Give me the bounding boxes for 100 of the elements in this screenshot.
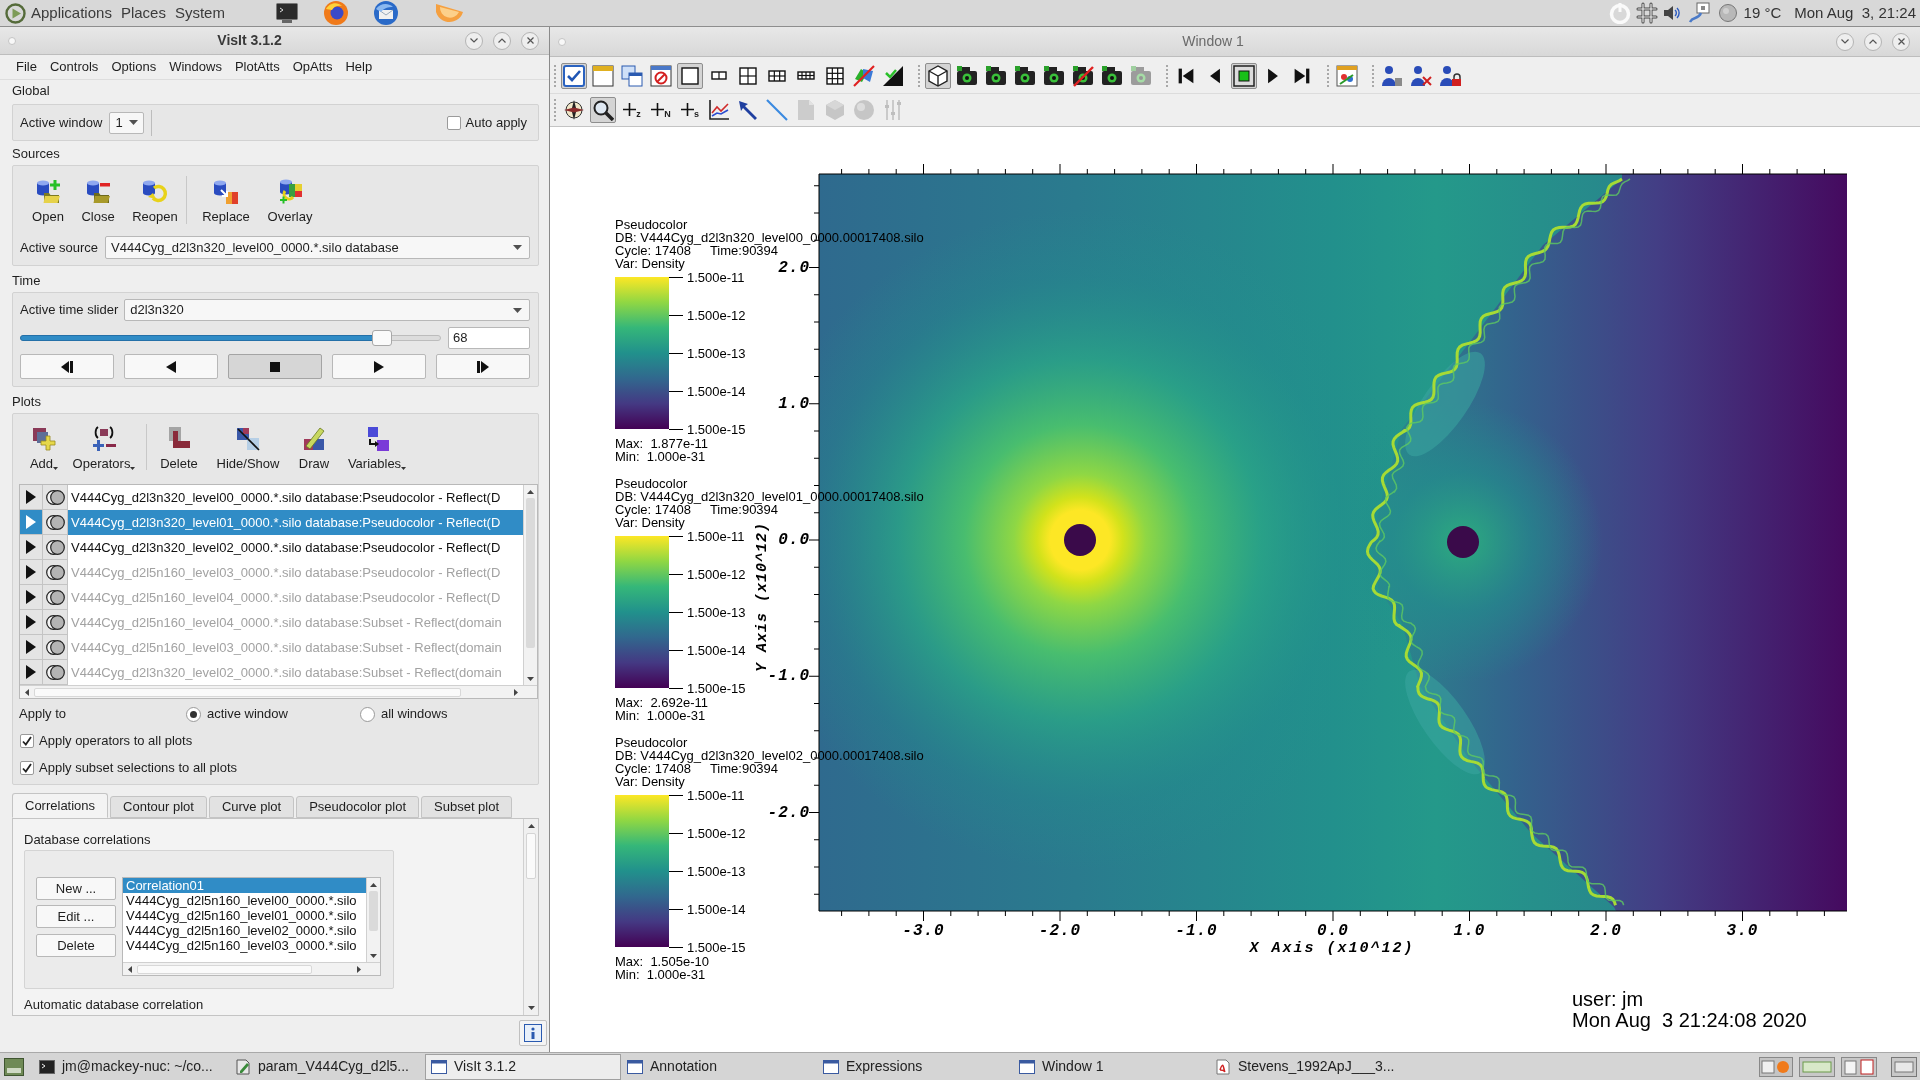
step-back-button[interactable] [20,354,114,379]
expand-triangle-icon[interactable] [26,640,36,654]
open-button[interactable]: Open [26,166,70,224]
close-button[interactable] [521,31,539,50]
moon-icon[interactable] [1718,4,1737,22]
scrollbar-thumb[interactable] [526,833,536,879]
plug-cable-icon[interactable] [1687,2,1710,24]
info-button[interactable] [519,1020,547,1046]
toolbar-button[interactable] [677,62,703,89]
time-slider[interactable] [20,330,441,346]
add-button[interactable]: Add [26,414,62,471]
correlation-list-item[interactable]: V444Cyg_d2l5n160_level02_0000.*.silo [123,923,366,938]
overlapping-circles-icon[interactable] [45,489,65,505]
taskbar-item[interactable]: Stevens_1992ApJ___3... [1209,1053,1405,1080]
toolbar-button[interactable]: z [619,96,645,123]
toolbar-button[interactable] [561,62,587,89]
panel-menu[interactable]: Places [120,1,166,25]
toolbar-button[interactable] [590,96,616,123]
menu-item[interactable]: Windows [169,57,222,77]
radio-button[interactable] [186,706,201,722]
tab[interactable]: Pseudocolor plot [296,796,419,818]
list-scrollbar[interactable] [20,685,537,698]
menu-item[interactable]: Controls [49,57,99,77]
checkbox-label[interactable]: Apply operators to all plots [39,731,193,751]
show-desktop-icon[interactable] [4,1057,24,1076]
tab[interactable]: Contour plot [110,796,207,818]
edit-button[interactable]: Edit ... [36,905,116,928]
scrollbar-thumb[interactable] [526,498,535,648]
expand-triangle-icon[interactable] [26,665,36,679]
overlapping-circles-icon[interactable] [45,539,65,555]
correlation-list-item[interactable]: V444Cyg_d2l5n160_level01_0000.*.silo [123,908,366,923]
tab[interactable]: Curve plot [208,796,295,818]
toolbar-button[interactable] [619,62,645,89]
left-arrow-icon[interactable] [25,688,29,696]
terminal-icon[interactable] [275,3,298,23]
radio-button[interactable] [359,706,375,722]
correlation-list-item[interactable]: V444Cyg_d2l5n160_level00_0000.*.silo [123,893,366,908]
menu-item[interactable]: OpAtts [292,57,333,77]
active-window-combo[interactable]: 1 [109,111,145,134]
step-forward-button[interactable] [436,354,530,379]
hide-show-button[interactable]: Hide/Show [212,414,284,471]
delete-button[interactable]: Delete [36,934,116,957]
pager-icon[interactable] [1841,1056,1877,1077]
window-thumbnail-icon[interactable] [1759,1056,1793,1077]
right-arrow-icon[interactable] [514,688,518,696]
panel-menu[interactable]: System [174,1,225,25]
down-arrow-icon[interactable] [370,953,377,958]
time-slider-combo[interactable]: d2l3n320 [124,299,530,321]
stop-button[interactable] [228,354,322,379]
overlapping-circles-icon[interactable] [45,564,65,580]
taskbar-item[interactable]: Expressions [817,1053,1013,1080]
taskbar-item[interactable]: Window 1 [1013,1053,1209,1080]
delete-button[interactable]: Delete [156,414,202,471]
taskbar-item[interactable]: jm@mackey-nuc: ~/co... [33,1053,229,1080]
plot-list-row[interactable]: V444Cyg_d2l3n320_level01_0000.*.silo database:Pseudocolor - Reflect(D [20,510,523,535]
taskbar-item[interactable]: VisIt 3.1.2 [425,1053,621,1080]
scrollbar-thumb[interactable] [369,891,378,931]
hash-grid-icon[interactable] [1635,2,1658,24]
toolbar-button[interactable]: N [648,96,674,123]
scrollbar-thumb[interactable] [137,964,312,974]
checkbox-label[interactable]: Auto apply [465,112,527,133]
reverse-button[interactable] [124,354,218,379]
menu-item[interactable]: PlotAtts [234,57,280,77]
bird-envelope-icon[interactable] [373,1,398,25]
plot-list-row[interactable]: V444Cyg_d2l3n320_level02_0000.*.silo database:Pseudocolor - Reflect(D [20,535,523,560]
tab[interactable]: Correlations [12,793,109,818]
overlapping-circles-icon[interactable] [45,514,65,530]
up-arrow-icon[interactable] [527,824,535,828]
left-arrow-icon[interactable] [128,965,132,973]
expand-triangle-icon[interactable] [26,590,36,604]
tab[interactable]: Subset plot [421,796,513,818]
checkbox[interactable] [20,761,34,775]
scrollbar-thumb[interactable] [34,687,461,697]
overlapping-circles-icon[interactable] [45,664,65,680]
radio-label[interactable]: all windows [380,704,448,724]
checkbox[interactable] [446,115,461,130]
overlay-button[interactable]: Overlay [262,166,318,224]
radio-label[interactable]: active window [207,704,288,724]
taskbar-item[interactable]: Annotation [621,1053,817,1080]
reopen-button[interactable]: Reopen [128,166,182,224]
close-button[interactable]: Close [76,166,120,224]
new-button[interactable]: New ... [36,877,116,900]
plot-list-row[interactable]: V444Cyg_d2l3n320_level00_0000.*.silo database:Pseudocolor - Reflect(D [20,485,523,510]
variables-button[interactable]: Variables [344,414,410,471]
menu-item[interactable]: Help [345,57,373,77]
close-button[interactable] [1892,32,1910,51]
down-arrow-icon[interactable] [527,676,534,681]
workspace-icon[interactable] [1799,1056,1835,1077]
menu-item[interactable]: Options [111,57,157,77]
checkbox[interactable] [20,734,34,748]
toolbar-button[interactable] [925,62,951,89]
correlation-list-item[interactable]: Correlation01 [123,878,366,893]
operators-button[interactable]: Operators [72,414,136,471]
toolbar-button[interactable]: s [677,96,703,123]
expand-triangle-icon[interactable] [26,490,36,504]
time-state-field[interactable]: 68 [448,327,530,349]
taskbar-item[interactable]: param_V444Cyg_d2l5... [229,1053,425,1080]
menu-item[interactable]: File [16,57,37,77]
panel-clock[interactable]: Mon Aug 3, 21:24 [1794,1,1916,25]
speaker-icon[interactable] [1662,4,1681,22]
